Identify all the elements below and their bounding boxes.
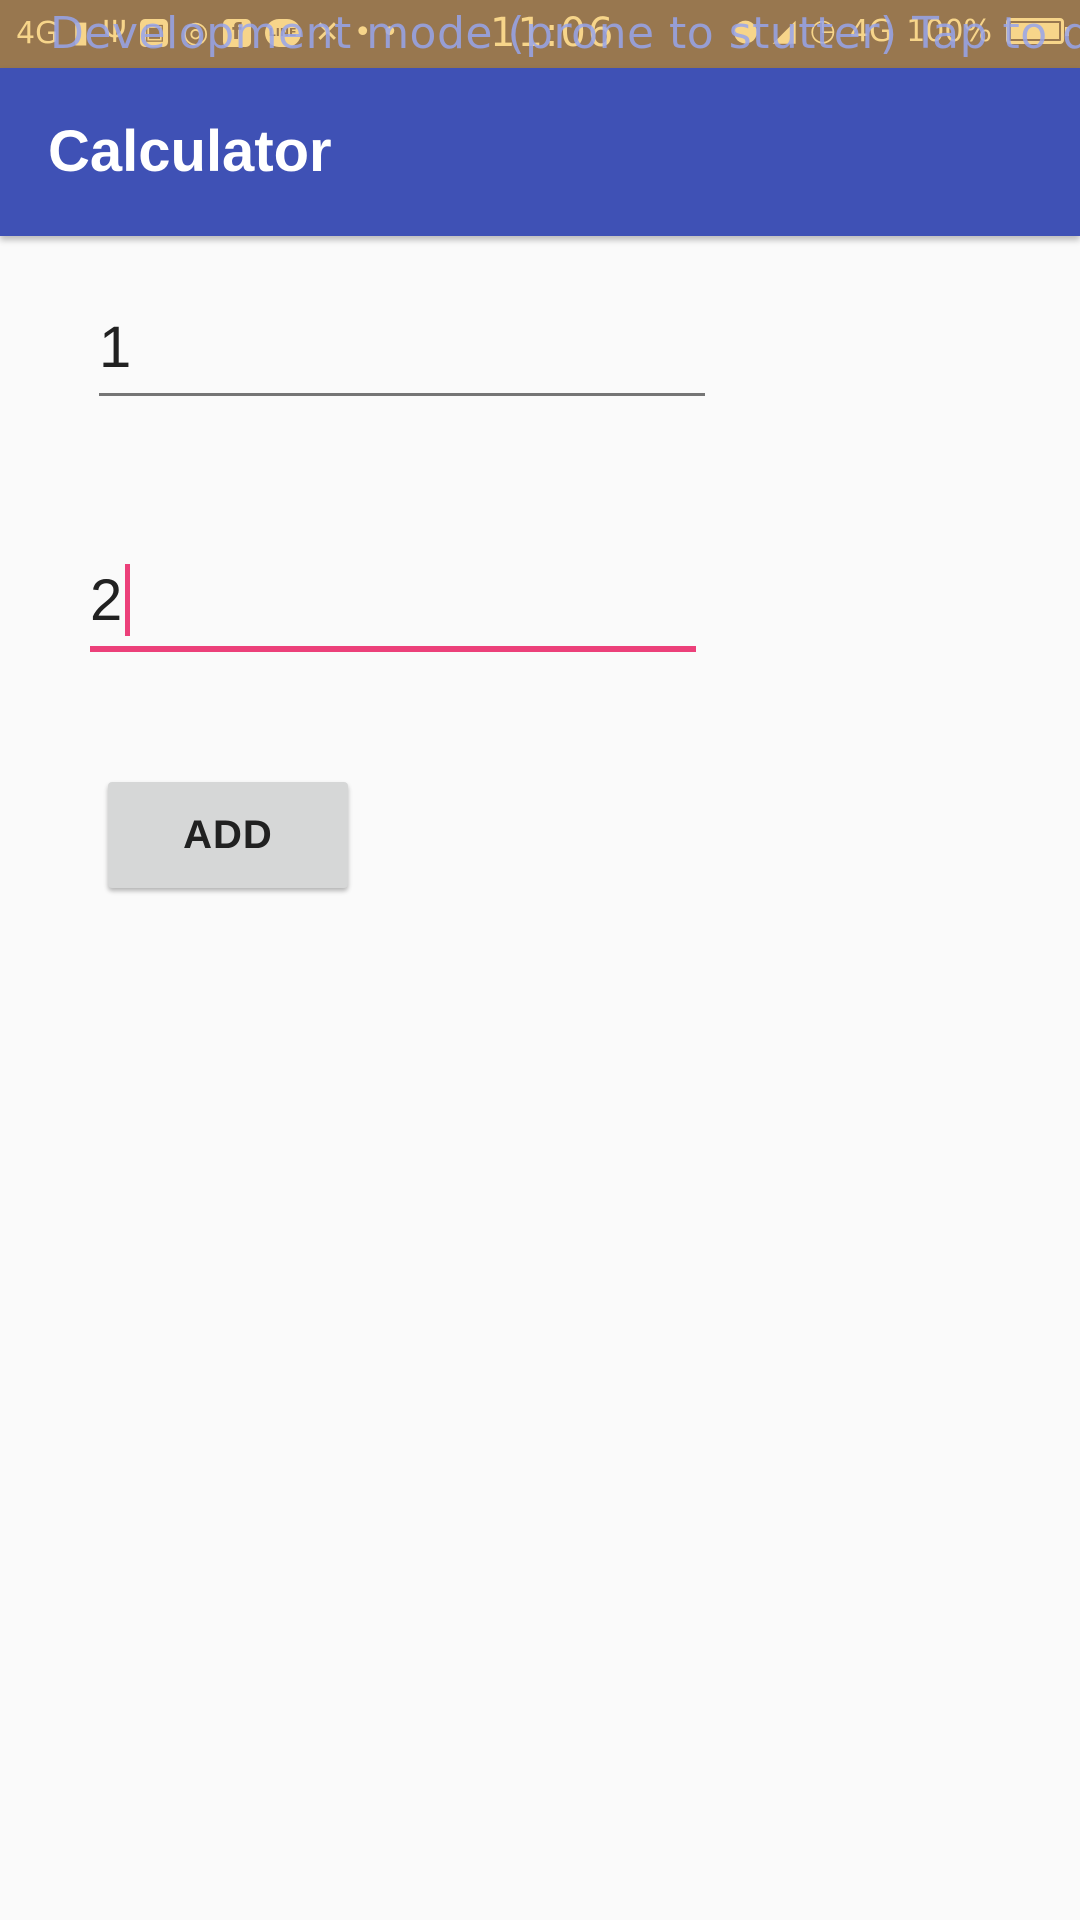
signal-bars-icon: ▮ xyxy=(72,15,89,50)
right-network-type-label: 4G xyxy=(849,13,893,49)
second-number-value-wrapper: 2 xyxy=(90,564,131,636)
app-title: Calculator xyxy=(48,119,332,184)
app-bar: Calculator xyxy=(0,68,1080,236)
hotspot-icon: ◎ xyxy=(182,15,209,50)
status-time: 11:06 xyxy=(490,10,616,56)
battery-percent: 100% xyxy=(906,13,992,49)
battery-icon xyxy=(1006,18,1069,44)
first-number-field[interactable]: 1 xyxy=(99,310,705,396)
status-bar: 4G ▮ Ψ ▣ ◎ f LINE ✕ • • 11:06 ● ◢ ◷ 4G 1… xyxy=(0,0,1080,68)
second-number-value: 2 xyxy=(90,568,123,633)
usb-icon: Ψ xyxy=(102,15,127,50)
add-button[interactable]: ADD xyxy=(108,782,348,888)
no-signal-icon: ◢ xyxy=(772,13,796,48)
status-left-icons: 4G ▮ Ψ ▣ ◎ f LINE ✕ • • xyxy=(16,14,399,52)
text-cursor xyxy=(125,564,131,636)
tools-icon: ✕ xyxy=(314,15,340,50)
status-right-icons: ● ◢ ◷ 4G 100% xyxy=(732,12,1069,50)
location-icon: ● xyxy=(732,13,759,48)
photo-app-icon: ▣ xyxy=(140,19,169,47)
more-notifications-icon: • • xyxy=(353,15,399,50)
alarm-icon: ◷ xyxy=(809,13,836,48)
second-number-field[interactable]: 2 xyxy=(90,560,696,652)
facebook-icon: f xyxy=(222,19,251,47)
network-type-label: 4G xyxy=(16,15,59,51)
first-number-value: 1 xyxy=(99,315,132,380)
line-icon: LINE xyxy=(264,19,301,47)
